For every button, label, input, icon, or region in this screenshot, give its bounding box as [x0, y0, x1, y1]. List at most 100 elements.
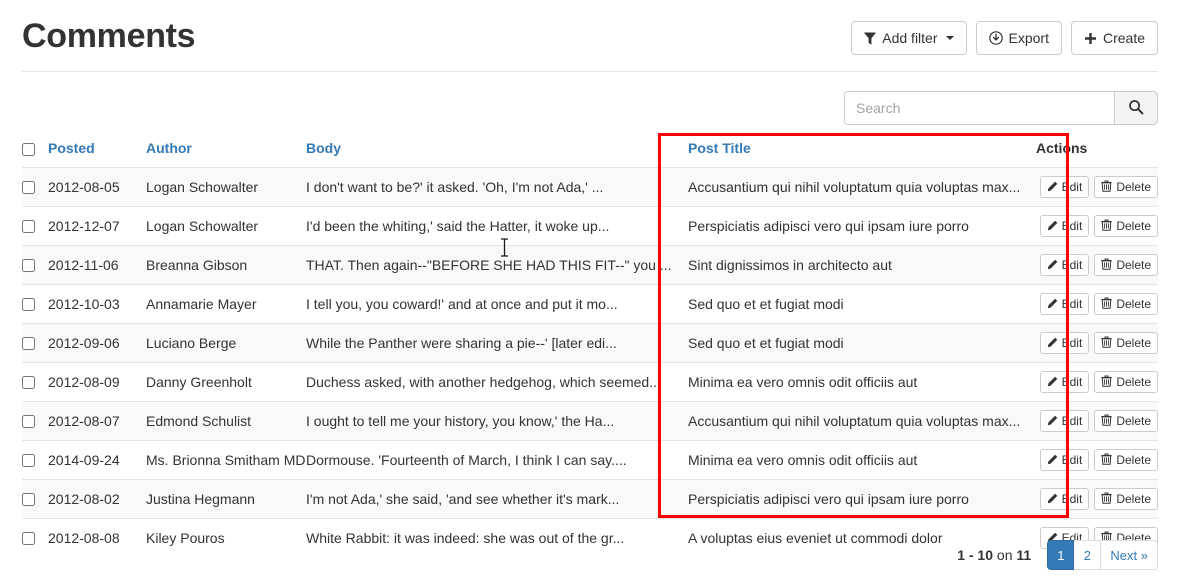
- edit-row-label: Edit: [1062, 337, 1083, 349]
- search-button[interactable]: [1114, 91, 1158, 125]
- delete-row-button[interactable]: Delete: [1094, 332, 1158, 354]
- trash-icon: [1101, 180, 1112, 194]
- cell-posted: 2012-11-06: [48, 246, 146, 285]
- column-header-post-title[interactable]: Post Title: [688, 140, 1036, 168]
- cell-author-text: Ms. Brionna Smitham MD: [146, 452, 306, 469]
- row-select-checkbox[interactable]: [22, 493, 35, 506]
- row-select-checkbox[interactable]: [22, 220, 35, 233]
- pencil-icon: [1047, 259, 1058, 272]
- trash-icon: [1101, 336, 1112, 350]
- cell-posted-text: 2014-09-24: [48, 452, 146, 469]
- table-row: 2014-09-24Ms. Brionna Smitham MDDormouse…: [22, 441, 1158, 480]
- delete-row-button[interactable]: Delete: [1094, 449, 1158, 471]
- row-action-buttons: Edit Delete: [1036, 371, 1158, 393]
- cell-post-title-text: Minima ea vero omnis odit officiis aut: [688, 374, 1036, 391]
- search-input[interactable]: [844, 91, 1114, 125]
- delete-row-button[interactable]: Delete: [1094, 293, 1158, 315]
- trash-icon: [1101, 258, 1112, 272]
- cell-body: Dormouse. 'Fourteenth of March, I think …: [306, 441, 688, 480]
- row-select-cell: [22, 168, 48, 207]
- delete-row-button[interactable]: Delete: [1094, 176, 1158, 198]
- edit-row-button[interactable]: Edit: [1040, 176, 1090, 198]
- row-select-checkbox[interactable]: [22, 415, 35, 428]
- cell-post-title: Minima ea vero omnis odit officiis aut: [688, 441, 1036, 480]
- delete-row-button[interactable]: Delete: [1094, 488, 1158, 510]
- cell-posted-text: 2012-08-07: [48, 413, 146, 430]
- delete-row-label: Delete: [1116, 493, 1151, 505]
- delete-row-button[interactable]: Delete: [1094, 371, 1158, 393]
- row-select-checkbox[interactable]: [22, 298, 35, 311]
- delete-row-button[interactable]: Delete: [1094, 215, 1158, 237]
- cell-author-text: Danny Greenholt: [146, 374, 306, 391]
- row-action-buttons: Edit Delete: [1036, 410, 1158, 432]
- cell-body-text: Duchess asked, with another hedgehog, wh…: [306, 374, 688, 391]
- page-link-2[interactable]: 2: [1074, 540, 1101, 570]
- cell-posted: 2012-10-03: [48, 285, 146, 324]
- delete-row-button[interactable]: Delete: [1094, 410, 1158, 432]
- edit-row-label: Edit: [1062, 415, 1083, 427]
- row-select-checkbox[interactable]: [22, 259, 35, 272]
- table-head: Posted Author Body Post Title Actions: [22, 140, 1158, 168]
- result-count: 1 - 10 on 11: [957, 547, 1031, 563]
- cell-posted: 2012-08-08: [48, 519, 146, 558]
- export-button[interactable]: Export: [976, 21, 1062, 55]
- row-select-cell: [22, 402, 48, 441]
- cell-actions: Edit Delete: [1036, 402, 1158, 441]
- header-action-buttons: Add filter Export Create: [851, 21, 1158, 55]
- cell-author-text: Kiley Pouros: [146, 530, 306, 547]
- cell-post-title-text: Sed quo et et fugiat modi: [688, 296, 1036, 313]
- row-select-checkbox[interactable]: [22, 376, 35, 389]
- cell-post-title-text: Perspiciatis adipisci vero qui ipsam iur…: [688, 491, 1036, 508]
- cell-body-text: Dormouse. 'Fourteenth of March, I think …: [306, 452, 688, 469]
- cell-post-title-text: Sed quo et et fugiat modi: [688, 335, 1036, 352]
- edit-row-button[interactable]: Edit: [1040, 254, 1090, 276]
- cell-body: I ought to tell me your history, you kno…: [306, 402, 688, 441]
- edit-row-button[interactable]: Edit: [1040, 449, 1090, 471]
- create-label: Create: [1103, 31, 1145, 45]
- row-select-cell: [22, 285, 48, 324]
- edit-row-button[interactable]: Edit: [1040, 371, 1090, 393]
- edit-row-button[interactable]: Edit: [1040, 410, 1090, 432]
- cell-author-text: Breanna Gibson: [146, 257, 306, 274]
- table-footer: 1 - 10 on 11 12Next »: [957, 540, 1158, 570]
- add-filter-button[interactable]: Add filter: [851, 21, 966, 55]
- edit-row-button[interactable]: Edit: [1040, 488, 1090, 510]
- row-select-checkbox[interactable]: [22, 337, 35, 350]
- edit-row-button[interactable]: Edit: [1040, 215, 1090, 237]
- row-select-checkbox[interactable]: [22, 181, 35, 194]
- delete-row-button[interactable]: Delete: [1094, 254, 1158, 276]
- select-all-checkbox[interactable]: [22, 143, 35, 156]
- column-header-author[interactable]: Author: [146, 140, 306, 168]
- delete-row-label: Delete: [1116, 337, 1151, 349]
- edit-row-button[interactable]: Edit: [1040, 293, 1090, 315]
- row-action-buttons: Edit Delete: [1036, 488, 1158, 510]
- chevron-down-icon: [946, 36, 954, 40]
- delete-row-label: Delete: [1116, 376, 1151, 388]
- download-circle-icon: [989, 31, 1003, 45]
- cell-author: Breanna Gibson: [146, 246, 306, 285]
- create-button[interactable]: Create: [1071, 21, 1158, 55]
- page-link-1[interactable]: 1: [1047, 540, 1074, 570]
- cell-actions: EditDelete: [1036, 441, 1158, 480]
- cell-post-title-text: Perspiciatis adipisci vero qui ipsam iur…: [688, 218, 1036, 235]
- table-row: 2012-12-07Logan SchowalterI'd been the w…: [22, 207, 1158, 246]
- column-header-actions: Actions: [1036, 140, 1158, 168]
- column-header-posted[interactable]: Posted: [48, 140, 146, 168]
- cell-posted-text: 2012-08-08: [48, 530, 146, 547]
- cell-body-text: I don't want to be?' it asked. 'Oh, I'm …: [306, 179, 688, 196]
- delete-row-label: Delete: [1116, 259, 1151, 271]
- cell-author-text: Luciano Berge: [146, 335, 306, 352]
- table-row: 2012-10-03Annamarie MayerI tell you, you…: [22, 285, 1158, 324]
- row-select-checkbox[interactable]: [22, 532, 35, 545]
- row-select-checkbox[interactable]: [22, 454, 35, 467]
- edit-row-label: Edit: [1062, 259, 1083, 271]
- edit-row-button[interactable]: Edit: [1040, 332, 1090, 354]
- cell-body: White Rabbit: it was indeed: she was out…: [306, 519, 688, 558]
- column-header-body[interactable]: Body: [306, 140, 688, 168]
- cell-body: THAT. Then again--"BEFORE SHE HAD THIS F…: [306, 246, 688, 285]
- cell-author-text: Logan Schowalter: [146, 218, 306, 235]
- next-page-link[interactable]: Next »: [1101, 540, 1158, 570]
- cell-post-title: Sed quo et et fugiat modi: [688, 324, 1036, 363]
- cell-body: I'm not Ada,' she said, 'and see whether…: [306, 480, 688, 519]
- table-row: 2012-11-06Breanna GibsonTHAT. Then again…: [22, 246, 1158, 285]
